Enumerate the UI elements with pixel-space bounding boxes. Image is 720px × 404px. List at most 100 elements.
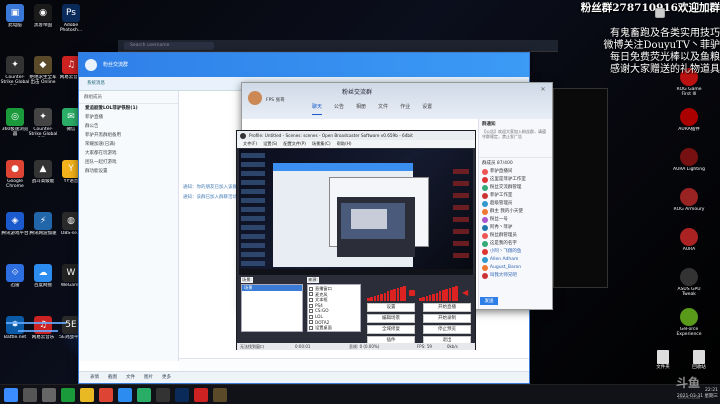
member-item[interactable]: Allen Adham: [482, 256, 549, 264]
desktop-shortcut[interactable]: ROG Armoury: [672, 188, 706, 217]
desktop-shortcut[interactable]: ✦Counter-Strike Global Off...: [0, 56, 30, 85]
member-item[interactable]: 菲驴工作室: [482, 192, 549, 200]
chat-tab[interactable]: 相册: [356, 103, 366, 115]
obs-button[interactable]: 全域修复: [367, 325, 415, 334]
obs-button[interactable]: 设置: [367, 303, 415, 312]
source-checkbox[interactable]: [309, 309, 313, 314]
task-view-icon[interactable]: [42, 388, 56, 402]
desktop-shortcut[interactable]: GeForce Experience: [672, 308, 706, 337]
desktop-shortcut[interactable]: ◉ 黑客帝国: [28, 4, 58, 33]
chat-tab[interactable]: 公告: [334, 103, 344, 115]
desktop-shortcut[interactable]: ⚡ 腾讯网游加速: [28, 212, 58, 241]
member-item[interactable]: August_Baron: [482, 264, 549, 272]
windows-start-icon[interactable]: [4, 388, 18, 402]
shortcut-label: GeForce Experience: [676, 327, 702, 337]
desktop-shortcut[interactable]: ⟐ 迅雷: [0, 264, 30, 293]
desktop-shortcut[interactable]: ▲ 战斗高级能: [28, 160, 58, 189]
source-checkbox[interactable]: [309, 325, 313, 330]
folder-taskbar-icon[interactable]: [80, 388, 94, 402]
search-icon[interactable]: [23, 388, 37, 402]
source-checkbox[interactable]: [309, 314, 313, 319]
desktop-shortcut[interactable]: AURA插件: [672, 108, 706, 137]
member-item[interactable]: 阿秀丶菲驴: [482, 224, 549, 232]
source-item[interactable]: 设置桌面: [309, 325, 359, 331]
group-item[interactable]: 群公告: [79, 122, 178, 131]
obs-menu-item[interactable]: 帮助(H): [337, 140, 352, 148]
group-item[interactable]: 菲驴开黑群组备用: [79, 131, 178, 140]
scene-list[interactable]: 场景: [241, 284, 303, 332]
chat-tab[interactable]: 聊天: [312, 103, 323, 115]
desktop-shortcut[interactable]: ◆ 绝地求生全军出击 Online: [28, 56, 58, 85]
scene-item[interactable]: 场景: [242, 285, 302, 291]
chat-tab[interactable]: 设置: [422, 103, 432, 115]
source-checkbox[interactable]: [309, 292, 313, 297]
chat-tab[interactable]: 文件: [378, 103, 388, 115]
wechat-taskbar-icon[interactable]: [137, 388, 151, 402]
group-item[interactable]: 荣耀加速(已满): [79, 140, 178, 149]
source-checkbox[interactable]: [309, 303, 313, 308]
source-checkbox[interactable]: [309, 320, 313, 325]
qq-tool-button[interactable]: 截图: [105, 374, 120, 380]
desktop-shortcut[interactable]: ▣ 此电脑: [0, 4, 30, 33]
member-item[interactable]: 叫我大师兄吧: [482, 272, 549, 280]
desktop-shortcut[interactable]: ◈ 腾讯游戏平台: [0, 212, 30, 241]
browser-taskbar-icon[interactable]: [61, 388, 75, 402]
qq-tool-button[interactable]: 文件: [123, 374, 138, 380]
desktop-shortcut[interactable]: ☁ 百度网盘: [28, 264, 58, 293]
obs-button[interactable]: 开始录制: [423, 314, 471, 323]
obs-menu-item[interactable]: 文件(F): [243, 140, 257, 148]
group-item[interactable]: 团队一起打游戏: [79, 158, 178, 167]
game-taskbar-icon[interactable]: [213, 388, 227, 402]
overlay-toggle-icon[interactable]: [655, 8, 665, 18]
desktop-shortcut[interactable]: 回收站: [684, 350, 714, 370]
member-item[interactable]: 粉丝交流群管理: [482, 184, 549, 192]
member-item[interactable]: 这是我的名字: [482, 240, 549, 248]
member-item[interactable]: 粉丝群管理员: [482, 232, 549, 240]
group-item[interactable]: 爱追剧爱LOL菲驴铁粉(1): [79, 104, 178, 113]
tab-system[interactable]: 系统消息: [87, 80, 105, 86]
source-checkbox[interactable]: [309, 297, 313, 302]
obs-button[interactable]: 编辑场景: [367, 314, 415, 323]
obs-menu-item[interactable]: 设置(S): [263, 140, 277, 148]
desktop-shortcut[interactable]: ASUS GPU Tweak: [672, 268, 706, 297]
desktop-shortcut[interactable]: Ps Adobe Photosh...: [56, 4, 86, 33]
member-item[interactable]: 小阿丶飞翔的鱼: [482, 248, 549, 256]
group-item[interactable]: 菲驴直播: [79, 113, 178, 122]
desktop-shortcut[interactable]: AURA Lighting: [672, 148, 706, 177]
qq-input-area[interactable]: [179, 358, 529, 371]
music-taskbar-icon[interactable]: [194, 388, 208, 402]
qq-taskbar-icon[interactable]: [118, 388, 132, 402]
mic-mute-icon[interactable]: [409, 290, 415, 296]
qq-main-title: 粉丝交流群: [103, 62, 129, 68]
member-item[interactable]: 粉丝一号: [482, 216, 549, 224]
chat-tab[interactable]: 作业: [400, 103, 410, 115]
speaker-icon[interactable]: ◀: [462, 288, 470, 297]
desktop-shortcut[interactable]: 文件夹: [648, 350, 678, 370]
group-item[interactable]: 大家都在玩游戏: [79, 149, 178, 158]
source-list[interactable]: 直播窗口 麦克风 文本框 PS4 CS:GO LOL DOTA2 设置桌面: [307, 284, 361, 332]
qq-tool-button[interactable]: 表情: [87, 374, 102, 380]
chat-side-panel: 群通知 【公告】欢迎大家加入粉丝群，请遵守群规定，禁止发广告 群成员 87/40…: [478, 119, 552, 309]
background-search-input[interactable]: Search username: [124, 42, 214, 50]
obs-menu-item[interactable]: 配置文件(P): [283, 140, 306, 148]
photoshop-taskbar-icon[interactable]: [175, 388, 189, 402]
desktop-shortcut[interactable]: ✦Counter-Strike Global Off...: [28, 108, 58, 137]
obs-button[interactable]: 开始直播: [423, 303, 471, 312]
obs-menu-item[interactable]: 场景集(C): [312, 140, 331, 148]
member-item[interactable]: 超级管理员: [482, 200, 549, 208]
member-item[interactable]: 菲驴直播间: [482, 168, 549, 176]
desktop-shortcut[interactable]: ● Google Chrome: [0, 160, 30, 189]
send-button[interactable]: 发送: [480, 297, 498, 305]
obs-button[interactable]: 停止预览: [423, 325, 471, 334]
obs-taskbar-icon[interactable]: [156, 388, 170, 402]
member-item[interactable]: 群主 我的小天使: [482, 208, 549, 216]
group-item[interactable]: 群功能设置: [79, 167, 178, 176]
qq-tool-button[interactable]: 更多: [159, 374, 174, 380]
chrome-taskbar-icon[interactable]: [99, 388, 113, 402]
qq-tool-button[interactable]: 图片: [141, 374, 156, 380]
chat-close-icon[interactable]: ✕: [538, 86, 548, 94]
desktop-shortcut[interactable]: ◎ 360极速浏览器: [0, 108, 30, 137]
member-item[interactable]: 这里是菲驴工作室: [482, 176, 549, 184]
source-checkbox[interactable]: [309, 286, 313, 291]
desktop-shortcut[interactable]: AURA: [672, 228, 706, 257]
